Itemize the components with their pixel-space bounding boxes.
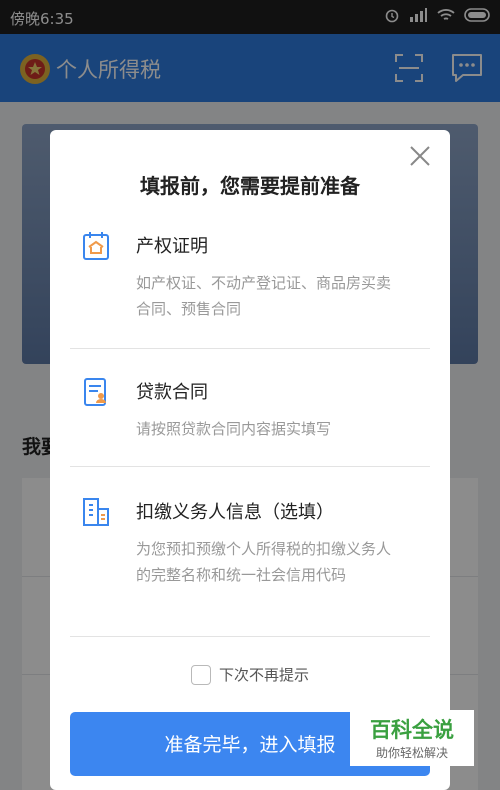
requirement-title: 贷款合同 (136, 382, 208, 403)
requirement-loan-contract: 贷款合同 请按照贷款合同内容据实填写 (70, 376, 430, 456)
requirement-description: 为您预扣预缴个人所得税的扣缴义务人的完整名称和统一社会信用代码 (136, 540, 392, 584)
divider (70, 348, 430, 349)
dont-show-again-row[interactable]: 下次不再提示 (50, 664, 450, 685)
requirement-description: 请按照贷款合同内容据实填写 (136, 420, 332, 438)
watermark-subtitle: 助你轻松解决 (375, 746, 448, 760)
dont-show-again-checkbox[interactable] (190, 664, 211, 685)
watermark-title: 百科全说 (370, 718, 454, 742)
requirement-description: 如产权证、不动产登记证、商品房买卖合同、预售合同 (136, 274, 392, 318)
requirement-property-certificate: 产权证明 如产权证、不动产登记证、商品房买卖合同、预售合同 (70, 230, 430, 340)
certificate-icon (83, 232, 109, 260)
contract-icon (84, 378, 106, 406)
preparation-dialog: 填报前，您需要提前准备 产权证明 如产权证、不动产登记证、商品房买卖合同、预售合… (50, 130, 450, 790)
requirement-title: 产权证明 (136, 236, 208, 257)
dialog-title: 填报前，您需要提前准备 (140, 174, 360, 198)
requirement-title: 扣缴义务人信息（选填） (136, 502, 334, 523)
dont-show-again-label[interactable]: 下次不再提示 (219, 664, 309, 685)
divider (70, 636, 430, 637)
watermark: 百科全说 助你轻松解决 (350, 710, 474, 766)
divider (70, 466, 430, 467)
requirement-withholding-agent: 扣缴义务人信息（选填） 为您预扣预缴个人所得税的扣缴义务人的完整名称和统一社会信… (70, 496, 430, 616)
building-icon (83, 498, 109, 526)
close-icon[interactable] (408, 144, 432, 168)
